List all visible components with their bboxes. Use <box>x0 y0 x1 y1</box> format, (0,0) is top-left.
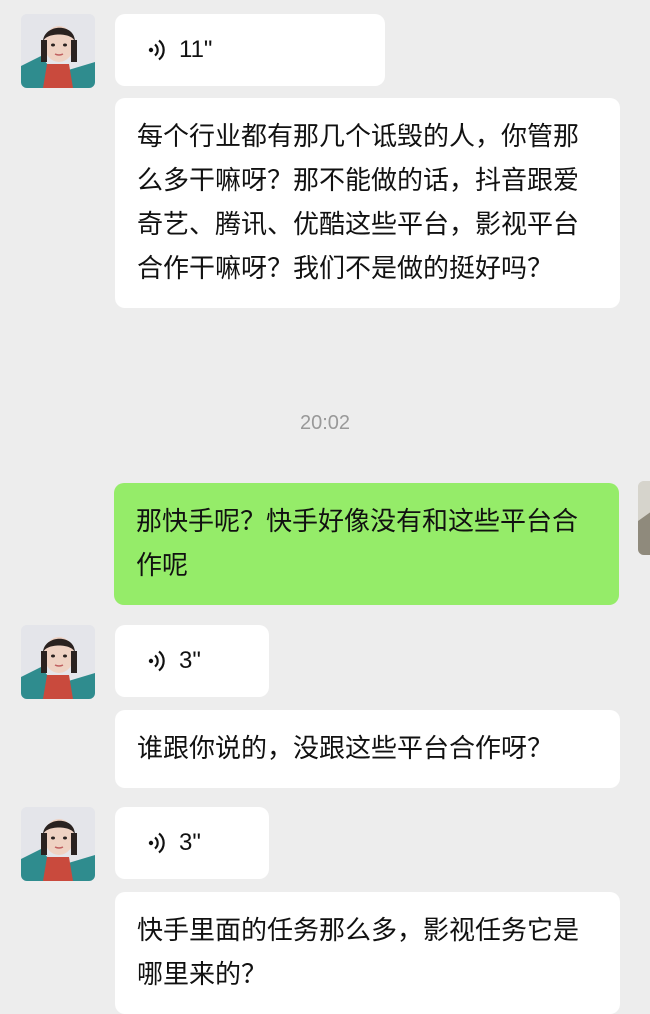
voice-message[interactable]: 3" <box>115 807 269 879</box>
my-message-bubble[interactable]: 那快手呢？快手好像没有和这些平台合作呢 <box>114 483 619 605</box>
voice-wave-icon <box>148 650 165 672</box>
voice-message[interactable]: 11" <box>115 14 385 86</box>
contact-avatar[interactable] <box>21 14 95 88</box>
voice-message[interactable]: 3" <box>115 625 269 697</box>
message-bubble[interactable]: 谁跟你说的，没跟这些平台合作呀？ <box>115 710 620 788</box>
contact-avatar[interactable] <box>21 625 95 699</box>
message-bubble[interactable]: 每个行业都有那几个诋毁的人，你管那么多干嘛呀？那不能做的话，抖音跟爱奇艺、腾讯、… <box>115 98 620 308</box>
avatar-image <box>21 807 95 881</box>
avatar-image <box>638 481 650 555</box>
contact-avatar[interactable] <box>21 807 95 881</box>
voice-duration: 3" <box>179 647 201 674</box>
message-bubble[interactable]: 快手里面的任务那么多，影视任务它是哪里来的？ <box>115 892 620 1014</box>
voice-wave-icon <box>148 39 165 61</box>
chat-timestamp: 20:02 <box>299 412 351 434</box>
message-text: 谁跟你说的，没跟这些平台合作呀？ <box>137 734 554 764</box>
voice-duration: 11" <box>179 36 213 63</box>
message-text: 快手里面的任务那么多，影视任务它是哪里来的？ <box>137 916 580 990</box>
my-avatar[interactable] <box>638 481 650 555</box>
voice-duration: 3" <box>179 829 201 856</box>
voice-wave-icon <box>148 832 165 854</box>
message-text: 每个行业都有那几个诋毁的人，你管那么多干嘛呀？那不能做的话，抖音跟爱奇艺、腾讯、… <box>137 122 580 284</box>
message-text: 那快手呢？快手好像没有和这些平台合作呢 <box>136 507 579 581</box>
avatar-image <box>21 625 95 699</box>
avatar-image <box>21 14 95 88</box>
